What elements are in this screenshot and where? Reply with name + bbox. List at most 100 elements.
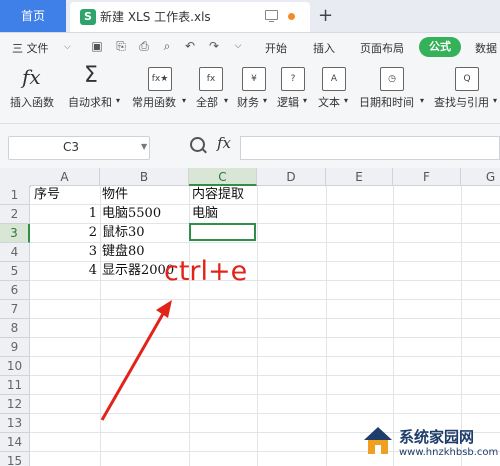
column-header-d[interactable]: D — [257, 168, 326, 186]
column-header-b[interactable]: B — [100, 168, 189, 186]
dropdown-arrow-icon[interactable]: ▾ — [224, 96, 228, 105]
dropdown-arrow-icon[interactable]: ▾ — [116, 96, 120, 105]
grid-line — [30, 223, 500, 224]
row-header[interactable]: 9 — [0, 338, 30, 357]
house-logo-icon — [364, 427, 392, 454]
menu-bar: 三 文件 ⌵ ▣ ⎘ ⎙ ⌕ ↶ ↷ ⌵ 开始 插入 页面布局 公式 数据 — [0, 33, 500, 61]
common-functions-label: 常用函数 — [132, 96, 176, 109]
unsaved-dot-icon — [288, 13, 295, 20]
cell-b4[interactable]: 键盘80 — [102, 242, 145, 261]
arrow-shaft — [100, 311, 166, 421]
spreadsheet-icon: S — [80, 9, 96, 25]
logic-label: 逻辑 — [277, 96, 299, 109]
cell-a5[interactable]: 4 — [30, 261, 97, 280]
row-header[interactable]: 14 — [0, 433, 30, 452]
row-header[interactable]: 7 — [0, 300, 30, 319]
row-header[interactable]: 12 — [0, 395, 30, 414]
menu-data[interactable]: 数据 — [475, 40, 497, 56]
menu-page-layout[interactable]: 页面布局 — [360, 40, 404, 56]
row-header[interactable]: 4 — [0, 243, 30, 262]
formula-row: C3 ▼ fx — [0, 124, 500, 169]
dropdown-arrow-icon[interactable]: ▾ — [263, 96, 267, 105]
dropdown-arrow-icon[interactable]: ▾ — [303, 96, 307, 105]
row-header[interactable]: 8 — [0, 319, 30, 338]
menu-formula[interactable]: 公式 — [419, 37, 461, 57]
grid-line — [30, 242, 500, 243]
row-header[interactable]: 11 — [0, 376, 30, 395]
column-header-e[interactable]: E — [326, 168, 393, 186]
menu-insert[interactable]: 插入 — [313, 40, 335, 56]
text-functions-icon: A — [322, 67, 346, 91]
print-preview-icon[interactable]: ⌕ — [160, 39, 174, 53]
redo-icon[interactable]: ↷ — [207, 39, 221, 53]
column-header-a[interactable]: A — [30, 168, 100, 186]
column-header-g[interactable]: G — [461, 168, 500, 186]
fx-icon: fx — [22, 65, 41, 89]
row-header[interactable]: 2 — [0, 205, 30, 224]
date-time-icon: ◷ — [380, 67, 404, 91]
home-tab[interactable]: 首页 — [0, 0, 66, 32]
monitor-icon[interactable] — [265, 10, 278, 22]
grid-line — [30, 280, 500, 281]
cell-b1[interactable]: 物件 — [102, 185, 128, 204]
arrow-head — [156, 300, 172, 318]
save-icon[interactable]: ▣ — [90, 39, 104, 53]
row-header[interactable]: 6 — [0, 281, 30, 300]
dropdown-arrow-icon[interactable]: ▾ — [182, 96, 186, 105]
grid-line — [326, 186, 327, 466]
grid-line — [257, 186, 258, 466]
cell-c2[interactable]: 电脑 — [192, 204, 218, 223]
magnifier-icon[interactable] — [190, 137, 205, 152]
document-tab[interactable]: S 新建 XLS 工作表.xls — [70, 2, 310, 32]
more-icon[interactable]: ⌵ — [231, 39, 245, 53]
lookup-reference-label: 查找与引用 — [434, 96, 489, 109]
dropdown-arrow-icon[interactable]: ▾ — [493, 96, 497, 105]
autosum-label: 自动求和 — [68, 96, 112, 109]
chevron-down-icon[interactable]: ⌵ — [64, 42, 71, 52]
document-title: 新建 XLS 工作表.xls — [100, 10, 211, 24]
logic-icon: ? — [281, 67, 305, 91]
column-header-c[interactable]: C — [189, 168, 257, 186]
row-header[interactable]: 1 — [0, 186, 30, 205]
active-cell-c3[interactable] — [189, 223, 256, 241]
cell-a1[interactable]: 序号 — [34, 185, 60, 204]
cell-c1[interactable]: 内容提取 — [192, 185, 244, 204]
fx-icon[interactable]: fx — [217, 134, 231, 152]
undo-icon[interactable]: ↶ — [183, 39, 197, 53]
export-icon[interactable]: ⎘ — [114, 39, 128, 53]
cell-a4[interactable]: 3 — [30, 242, 97, 261]
name-box[interactable]: C3 ▼ — [8, 136, 150, 160]
row-header[interactable]: 5 — [0, 262, 30, 281]
site-watermark: 系统家园网 www.hnzkhbsb.com — [355, 420, 500, 466]
lookup-reference-icon: Q — [455, 67, 479, 91]
select-all-corner[interactable] — [0, 168, 31, 187]
grid-line — [30, 204, 500, 205]
cell-b3[interactable]: 鼠标30 — [102, 223, 145, 242]
file-menu[interactable]: 三 文件 — [12, 40, 49, 56]
cell-b2[interactable]: 电脑5500 — [102, 204, 161, 223]
watermark-url: www.hnzkhbsb.com — [399, 447, 499, 458]
text-functions-label: 文本 — [318, 96, 340, 109]
common-functions-icon: fx★ — [148, 67, 172, 91]
column-header-f[interactable]: F — [393, 168, 461, 186]
print-icon[interactable]: ⎙ — [137, 39, 151, 53]
formula-input[interactable] — [240, 136, 500, 160]
row-header[interactable]: 10 — [0, 357, 30, 376]
cell-a3[interactable]: 2 — [30, 223, 97, 242]
grid-line — [30, 261, 500, 262]
dropdown-arrow-icon[interactable]: ▾ — [420, 96, 424, 105]
formula-ribbon: fx 插入函数 Σ 自动求和 ▾ fx★ 常用函数 ▾ fx 全部 ▾ ¥ 财务… — [0, 61, 500, 124]
title-bar: 首页 S 新建 XLS 工作表.xls + — [0, 0, 500, 33]
dropdown-arrow-icon[interactable]: ▾ — [344, 96, 348, 105]
new-tab-icon[interactable]: + — [318, 5, 333, 26]
date-time-label: 日期和时间 — [359, 96, 414, 109]
row-header[interactable]: 3 — [0, 224, 30, 243]
insert-function-label: 插入函数 — [10, 96, 54, 109]
name-box-value: C3 — [62, 140, 79, 154]
menu-home[interactable]: 开始 — [265, 40, 287, 56]
row-header[interactable]: 15 — [0, 452, 30, 466]
chevron-down-icon[interactable]: ▼ — [141, 142, 147, 151]
cell-a2[interactable]: 1 — [30, 204, 97, 223]
finance-icon: ¥ — [242, 67, 266, 91]
row-header[interactable]: 13 — [0, 414, 30, 433]
